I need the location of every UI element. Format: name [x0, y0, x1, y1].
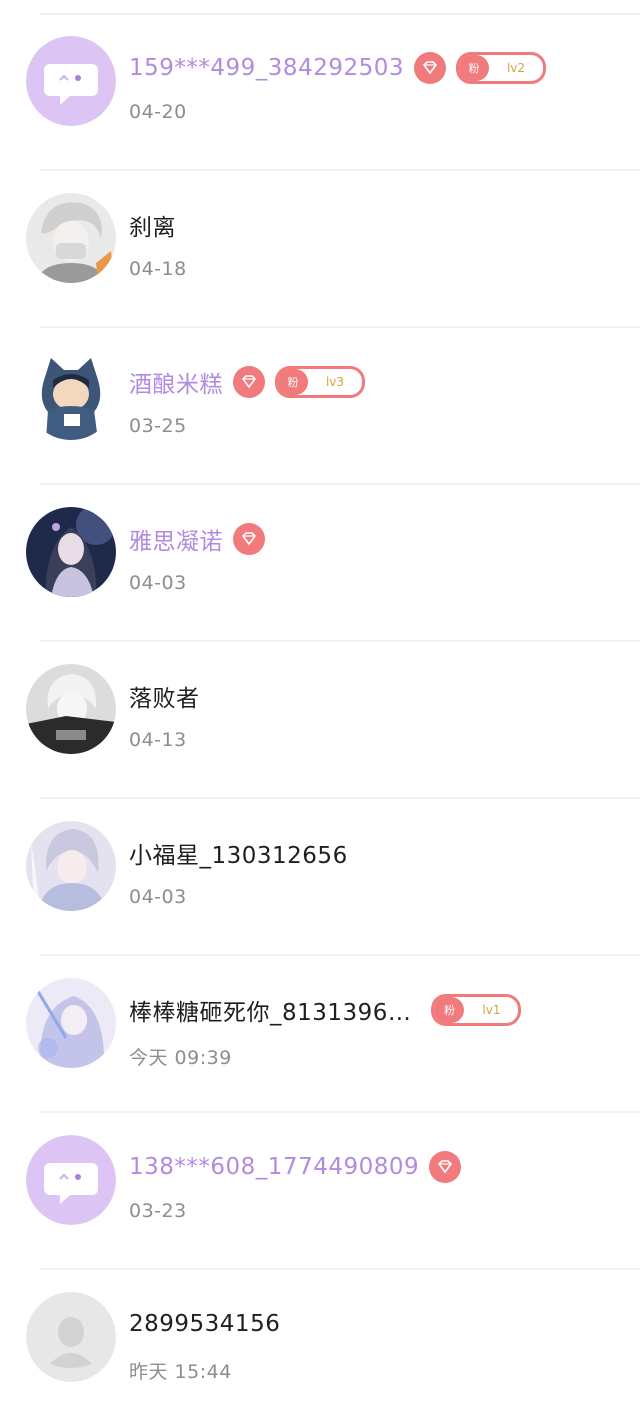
contact-name: 酒酿米糕: [129, 372, 223, 398]
user-photo-avatar: [26, 507, 116, 597]
user-photo-avatar: [26, 350, 116, 440]
last-message-time: 昨天 15:44: [129, 1361, 232, 1383]
contact-list: 159***499_384292503 粉 lv2 04-20 刹离 04-18…: [0, 0, 640, 1415]
divider: [40, 954, 640, 956]
last-message-time: 04-18: [129, 258, 187, 280]
divider: [40, 326, 640, 328]
contact-row[interactable]: 棒棒糖砸死你_8131396… 粉 lv1 今天 09:39: [0, 957, 640, 1113]
contact-row[interactable]: 落败者 04-13: [0, 643, 640, 799]
last-message-time: 04-03: [129, 886, 187, 908]
divider: [40, 483, 640, 485]
contact-name: 刹离: [129, 215, 176, 241]
divider: [40, 1111, 640, 1113]
user-photo-avatar: [26, 821, 116, 911]
contact-name: 小福星_130312656: [129, 843, 348, 869]
fan-level-badge: 粉 lv1: [431, 994, 522, 1026]
last-message-time: 03-23: [129, 1200, 187, 1222]
last-message-time: 04-13: [129, 729, 187, 751]
vip-diamond-icon: [233, 523, 265, 555]
divider: [40, 640, 640, 642]
contact-row[interactable]: 2899534156 昨天 15:44: [0, 1271, 640, 1415]
fan-tag: 粉: [459, 55, 489, 81]
fan-tag: 粉: [434, 997, 465, 1023]
user-photo-avatar: [26, 664, 116, 754]
vip-diamond-icon: [429, 1151, 462, 1183]
last-message-time: 03-25: [129, 415, 187, 437]
contact-row[interactable]: 159***499_384292503 粉 lv2 04-20: [0, 15, 640, 171]
contact-row[interactable]: 138***608_1774490809 03-23: [0, 1114, 640, 1270]
contact-name: 2899534156: [129, 1311, 281, 1337]
contact-row[interactable]: 小福星_130312656 04-03: [0, 800, 640, 956]
contact-name: 159***499_384292503: [129, 55, 404, 81]
last-message-time: 今天 09:39: [129, 1047, 232, 1069]
fan-level-badge: 粉 lv2: [456, 52, 546, 84]
chat-bubble-avatar-icon: [26, 36, 116, 126]
contact-row[interactable]: 酒酿米糕 粉 lv3 03-25: [0, 329, 640, 485]
divider: [40, 1268, 640, 1270]
user-photo-avatar: [26, 193, 116, 283]
contact-name: 棒棒糖砸死你_8131396…: [129, 1000, 412, 1026]
contact-name: 落败者: [129, 686, 200, 712]
contact-name: 138***608_1774490809: [129, 1154, 420, 1180]
vip-diamond-icon: [233, 366, 265, 398]
last-message-time: 04-20: [129, 101, 187, 123]
user-photo-avatar: [26, 978, 116, 1068]
fan-level: lv3: [325, 375, 345, 389]
fan-level: lv2: [506, 61, 526, 75]
contact-name: 雅思凝诺: [129, 529, 223, 555]
divider: [40, 169, 640, 171]
fan-level-badge: 粉 lv3: [275, 366, 365, 398]
contact-row[interactable]: 雅思凝诺 04-03: [0, 486, 640, 642]
contact-row[interactable]: 刹离 04-18: [0, 172, 640, 328]
divider: [40, 797, 640, 799]
vip-diamond-icon: [414, 52, 446, 84]
last-message-time: 04-03: [129, 572, 187, 594]
default-person-avatar-icon: [26, 1292, 116, 1382]
chat-bubble-avatar-icon: [26, 1135, 116, 1225]
fan-tag: 粉: [278, 369, 308, 395]
fan-level: lv1: [482, 1003, 501, 1017]
